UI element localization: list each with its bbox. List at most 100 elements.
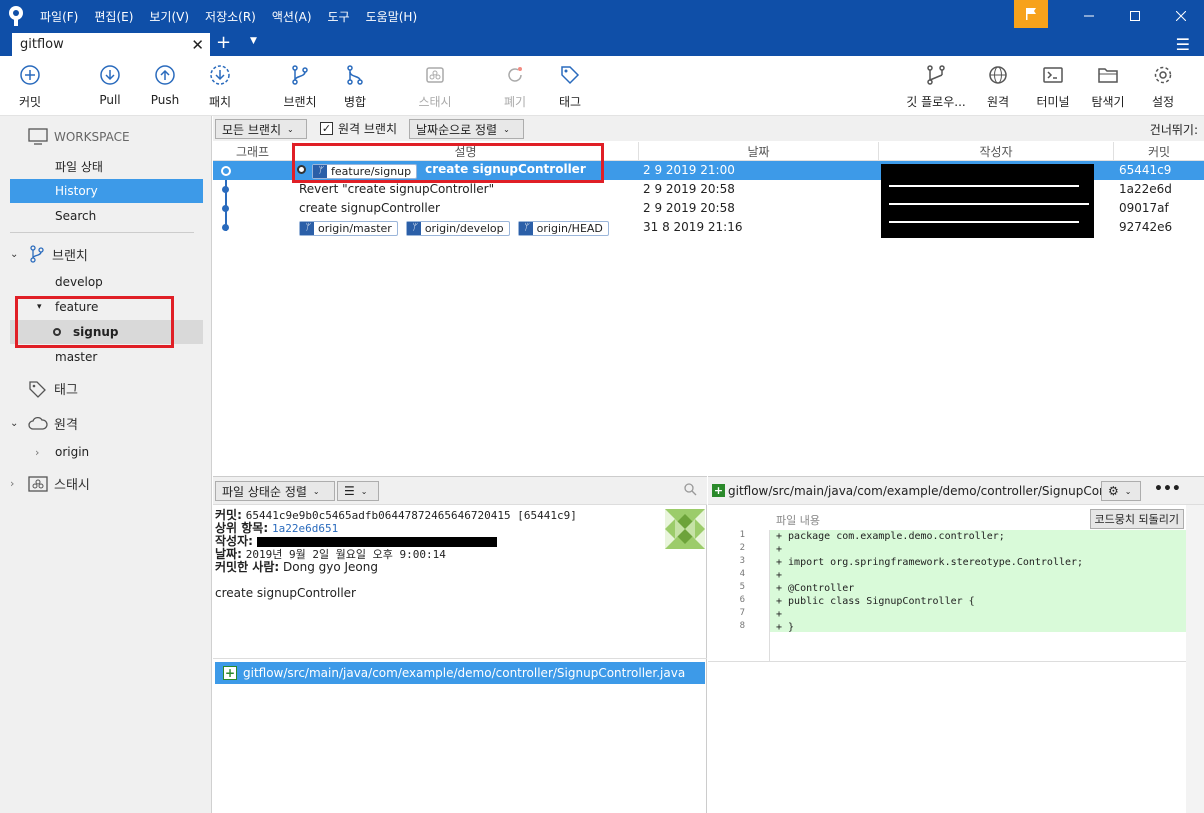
stash-icon (28, 475, 48, 492)
chevron-down-icon: ⌄ (287, 124, 294, 134)
pull-button[interactable]: Pull (80, 64, 140, 107)
file-sort-dropdown[interactable]: 파일 상태순 정렬 ⌄ (215, 481, 335, 501)
menu-repository[interactable]: 저장소(R) (197, 8, 264, 25)
diff-line: + import org.springframework.stereotype.… (776, 557, 1084, 568)
commit-date: 2 9 2019 20:58 (643, 201, 735, 215)
column-date[interactable]: 날짜 (639, 142, 879, 161)
close-window-button[interactable] (1158, 0, 1204, 32)
discard-button[interactable]: 폐기 (485, 64, 545, 110)
column-commit[interactable]: 커밋 (1114, 142, 1204, 161)
highlight-box-sidebar (15, 296, 174, 348)
gitflow-button[interactable]: 깃 플로우... (903, 64, 969, 110)
push-button[interactable]: Push (135, 64, 195, 107)
sidebar-item-origin[interactable]: › origin (10, 440, 203, 464)
stash-title: 스태시 (54, 478, 90, 493)
changed-file-row[interactable]: + gitflow/src/main/java/com/example/demo… (215, 662, 705, 684)
menu-file[interactable]: 파일(F) (32, 8, 86, 25)
merge-button[interactable]: 병합 (325, 64, 385, 110)
panel-divider (213, 658, 707, 659)
explorer-button[interactable]: 탐색기 (1078, 64, 1138, 110)
file-added-icon: + (712, 484, 725, 497)
sidebar-tags-header[interactable]: 태그 (28, 379, 78, 398)
minimize-button[interactable] (1066, 0, 1112, 32)
tab-gitflow[interactable]: gitflow ✕ (12, 33, 210, 56)
commit-hash: 09017af (1119, 201, 1169, 215)
maximize-button[interactable] (1112, 0, 1158, 32)
diff-options-dropdown[interactable]: ⚙ ⌄ (1101, 481, 1141, 501)
remote-tag[interactable]: ᛘ origin/develop (405, 220, 510, 236)
terminal-button[interactable]: 터미널 (1023, 64, 1083, 110)
branch-label: 브랜치 (283, 95, 317, 109)
committer-name: Dong gyo Jeong (283, 560, 378, 574)
stash-button[interactable]: 스태시 (405, 64, 465, 110)
author-label: 작성자: (215, 534, 253, 548)
chevron-down-icon: ⌄ (503, 124, 510, 134)
commit-message: Revert "create signupController" (299, 182, 495, 196)
remote-tag-label: origin/master (318, 221, 392, 235)
hamburger-menu-icon[interactable]: ☰ (1176, 35, 1190, 54)
sidebar-item-history[interactable]: History (10, 179, 203, 203)
sourcetree-logo-icon (0, 0, 32, 32)
close-icon[interactable]: ✕ (191, 36, 204, 54)
menu-view[interactable]: 보기(V) (141, 8, 197, 25)
redaction-gap (889, 221, 1079, 223)
add-tab-icon[interactable]: + (216, 32, 231, 54)
details-toolbar: 파일 상태순 정렬 ⌄ ☰ ⌄ (213, 477, 707, 505)
column-graph[interactable]: 그래프 (213, 142, 293, 161)
commit-message: create signupController (299, 201, 440, 215)
merge-label: 병합 (343, 95, 367, 109)
redacted-author (881, 164, 1094, 238)
fetch-button[interactable]: 패치 (190, 64, 250, 110)
push-label: Push (150, 93, 180, 107)
chevron-right-icon[interactable]: › (35, 446, 55, 459)
sidebar-remotes-header[interactable]: ⌄ 원격 (10, 414, 78, 433)
diff-line: + @Controller (776, 583, 855, 594)
search-icon[interactable] (684, 483, 697, 499)
sidebar-item-label: develop (55, 275, 103, 289)
view-mode-dropdown[interactable]: ☰ ⌄ (337, 481, 379, 501)
chevron-right-icon[interactable]: › (10, 477, 24, 490)
commit-button[interactable]: 커밋 (0, 64, 60, 110)
menu-tools[interactable]: 도구 (320, 8, 358, 25)
sidebar-item-develop[interactable]: develop (10, 270, 203, 294)
vertical-scrollbar[interactable] (1186, 505, 1204, 813)
sidebar-item-master[interactable]: master (10, 345, 203, 369)
remote-branches-checkbox[interactable]: ✓ (320, 122, 333, 135)
sidebar-divider (10, 232, 194, 233)
branch-filter-value: 모든 브랜치 (222, 122, 282, 137)
line-number: 6 (739, 595, 745, 605)
menu-edit[interactable]: 편집(E) (86, 8, 141, 25)
sidebar-item-search[interactable]: Search (10, 204, 203, 228)
menu-help[interactable]: 도움말(H) (358, 8, 426, 25)
parent-hash-link[interactable]: 1a22e6d651 (272, 522, 338, 535)
sort-dropdown[interactable]: 날짜순으로 정렬 ⌄ (409, 119, 524, 139)
flag-icon[interactable] (1014, 0, 1048, 28)
column-author[interactable]: 작성자 (879, 142, 1114, 161)
remote-tag[interactable]: ᛘ origin/HEAD (517, 220, 609, 236)
branch-button[interactable]: 브랜치 (270, 64, 330, 110)
chevron-down-icon[interactable]: ⌄ (10, 418, 24, 429)
settings-button[interactable]: 설정 (1133, 64, 1193, 110)
commit-hash: 65441c9 (1119, 163, 1172, 177)
remote-tag[interactable]: ᛘ origin/master (299, 220, 398, 236)
revert-hunk-button[interactable]: 코드뭉치 되돌리기 (1089, 509, 1184, 529)
commit-hash: 1a22e6d (1119, 182, 1172, 196)
panel-divider (708, 661, 1186, 662)
diff-code: + package com.example.demo.controller; +… (770, 530, 1186, 633)
branch-filter-dropdown[interactable]: 모든 브랜치 ⌄ (215, 119, 307, 139)
more-options-icon[interactable]: ••• (1154, 481, 1181, 497)
menu-actions[interactable]: 액션(A) (264, 8, 320, 25)
chevron-down-icon[interactable]: ▼ (250, 36, 257, 46)
sidebar-item-label: History (55, 184, 98, 198)
remote-button[interactable]: 원격 (968, 64, 1028, 110)
sidebar-stash-header[interactable]: › 스태시 (10, 474, 90, 493)
terminal-icon (1043, 67, 1063, 83)
tag-button[interactable]: 태그 (540, 64, 600, 110)
remote-branches-toggle[interactable]: ✓ 원격 브랜치 (320, 120, 397, 137)
sidebar-branches-header[interactable]: ⌄ 브랜치 (10, 244, 88, 264)
commit-details-panel: 파일 상태순 정렬 ⌄ ☰ ⌄ 커밋: 65441c9e9b0c5465adfb06… (213, 476, 707, 813)
sidebar-item-file-status[interactable]: 파일 상태 (10, 154, 203, 178)
line-numbers: 1 2 3 4 5 6 7 8 (708, 530, 770, 661)
diff-file-path: gitflow/src/main/java/com/example/demo/c… (728, 484, 1135, 498)
chevron-down-icon[interactable]: ⌄ (10, 249, 24, 260)
